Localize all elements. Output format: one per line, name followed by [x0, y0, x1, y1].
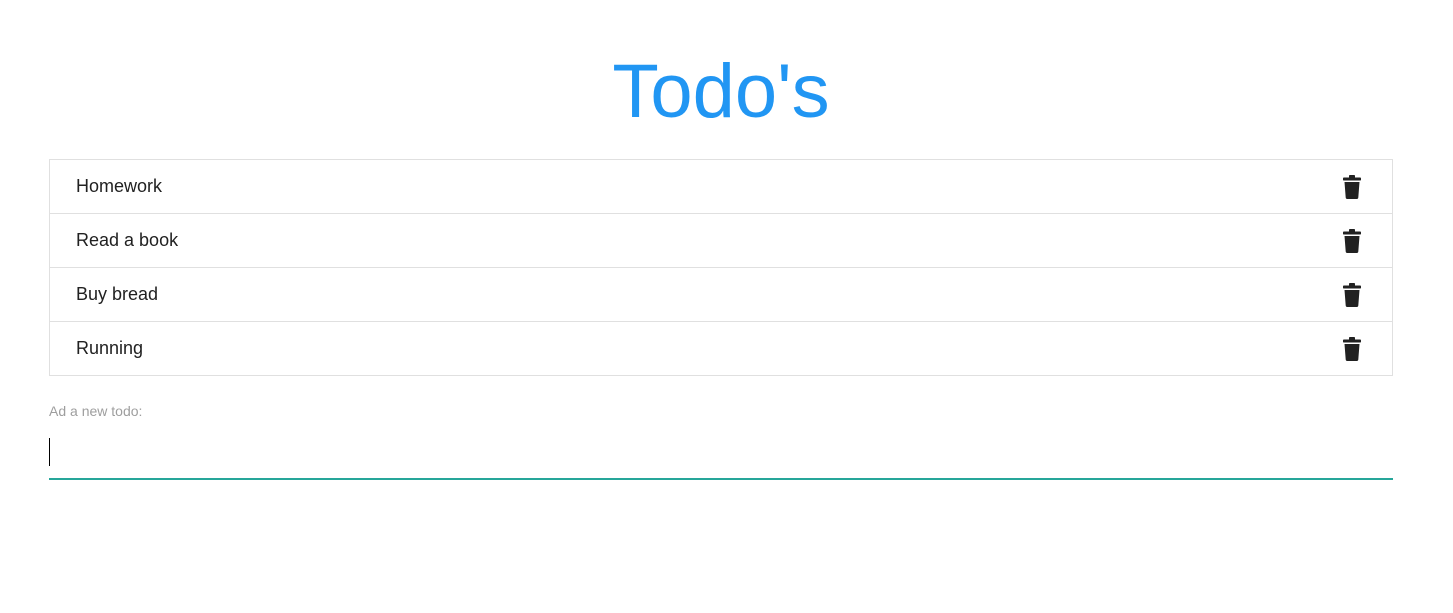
delete-button[interactable] — [1341, 282, 1363, 308]
trash-icon — [1343, 282, 1361, 307]
todo-text: Buy bread — [76, 284, 159, 304]
trash-icon — [1343, 336, 1361, 361]
delete-button[interactable] — [1341, 174, 1363, 200]
trash-icon — [1343, 228, 1361, 253]
page-title: Todo's — [612, 49, 830, 134]
list-item: Homework — [50, 160, 1392, 214]
todo-text: Running — [76, 338, 144, 358]
todo-list: Homework Read a book Buy bread Running — [49, 159, 1393, 376]
new-todo-input[interactable] — [49, 432, 1393, 480]
delete-button[interactable] — [1341, 228, 1363, 254]
delete-button[interactable] — [1341, 336, 1363, 362]
new-todo-label: Ad a new todo: — [49, 403, 143, 419]
todo-app: Todo's Homework Read a book Buy bread Ru… — [0, 0, 1453, 613]
todo-text: Homework — [76, 176, 163, 196]
trash-icon — [1343, 174, 1361, 199]
text-cursor — [49, 438, 50, 466]
list-item: Buy bread — [50, 268, 1392, 322]
list-item: Read a book — [50, 214, 1392, 268]
list-item: Running — [50, 322, 1392, 375]
todo-text: Read a book — [76, 230, 179, 250]
